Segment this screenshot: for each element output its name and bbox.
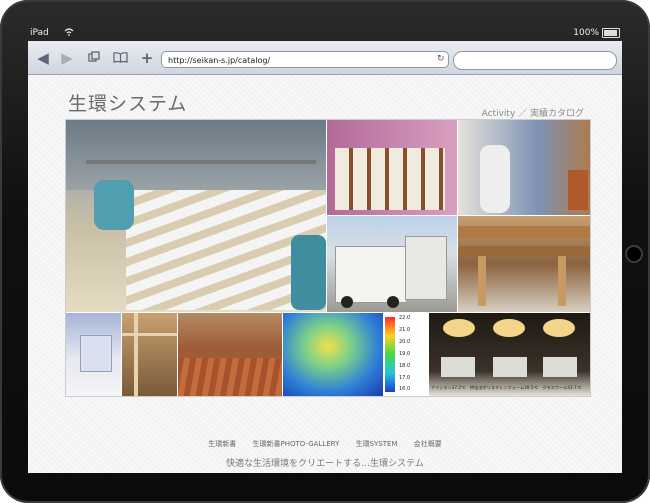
browser-toolbar: ◀ ▶ + http://seikan-s.jp/catalog/ ↻ — [28, 41, 622, 75]
thermo-scale: 22.0 21.0 20.0 19.0 18.0 17.0 16.0 — [383, 313, 428, 396]
nav-link-photo-gallery[interactable]: 生環新書PHOTO-GALLERY — [252, 440, 339, 448]
photo-frame-construction[interactable] — [122, 313, 177, 396]
forward-icon[interactable]: ▶ — [58, 50, 76, 66]
bookmarks-icon[interactable] — [111, 50, 129, 66]
back-icon[interactable]: ◀ — [34, 50, 52, 66]
add-icon[interactable]: + — [138, 50, 156, 66]
wifi-icon — [64, 26, 74, 42]
nav-link-company[interactable]: 会社概要 — [414, 440, 442, 448]
nav-link-system[interactable]: 生環SYSTEM — [356, 440, 398, 448]
address-bar[interactable]: http://seikan-s.jp/catalog/ — [161, 51, 449, 68]
screen: ◀ ▶ + http://seikan-s.jp/catalog/ ↻ 生環シス… — [28, 41, 622, 473]
photo-snow-house[interactable] — [66, 313, 121, 396]
photo-truck[interactable] — [327, 216, 457, 312]
search-input[interactable] — [453, 51, 617, 70]
battery-status: 100% — [573, 25, 620, 41]
scale-tick-4: 18.0 — [399, 363, 411, 369]
photo-worker-spray[interactable] — [458, 120, 590, 215]
photo-insulation-test[interactable]: アイシネン37.2℃ 押出法ポリスチレンフォーム39.5℃ グラスウール43.7… — [429, 313, 590, 396]
web-page: 生環システム Activity ／ 実績カタログ 22.0 21.0 20.0 … — [28, 75, 622, 473]
scale-tick-1: 21.0 — [399, 327, 411, 333]
insulation-test-caption: アイシネン37.2℃ 押出法ポリスチレンフォーム39.5℃ グラスウール43.7… — [431, 385, 582, 390]
reload-icon[interactable]: ↻ — [437, 54, 445, 64]
battery-icon — [602, 27, 620, 38]
photo-gallery: 22.0 21.0 20.0 19.0 18.0 17.0 16.0 アイシネン… — [65, 119, 591, 397]
tagline: 快適な生活環境をクリエートする…生環システム — [226, 459, 424, 469]
photo-wood-floor[interactable] — [178, 313, 282, 396]
ipad-frame: iPad 100% ◀ ▶ + http://seikan-s.jp/catal… — [0, 0, 650, 503]
page-subtitle[interactable]: Activity ／ 実績カタログ — [482, 106, 584, 119]
device-name: iPad — [30, 28, 49, 38]
scale-tick-3: 19.0 — [399, 351, 411, 357]
scale-tick-6: 16.0 — [399, 386, 411, 392]
home-button-icon[interactable] — [625, 245, 643, 263]
photo-thermography[interactable] — [283, 313, 383, 396]
status-bar: iPad 100% — [28, 25, 622, 41]
nav-link-shinsho[interactable]: 生環新書 — [208, 440, 236, 448]
page-title: 生環システム — [68, 93, 188, 115]
footer-nav: 生環新書 生環新書PHOTO-GALLERY 生環SYSTEM 会社概要 — [28, 439, 622, 449]
battery-percent: 100% — [573, 28, 599, 38]
pages-icon[interactable] — [85, 50, 103, 66]
scale-tick-0: 22.0 — [399, 315, 411, 321]
scale-tick-2: 20.0 — [399, 339, 411, 345]
photo-roof-insulation[interactable] — [66, 120, 326, 312]
photo-wall-spray[interactable] — [327, 120, 457, 215]
scale-tick-5: 17.0 — [399, 375, 411, 381]
photo-crawl-space[interactable] — [458, 216, 590, 312]
